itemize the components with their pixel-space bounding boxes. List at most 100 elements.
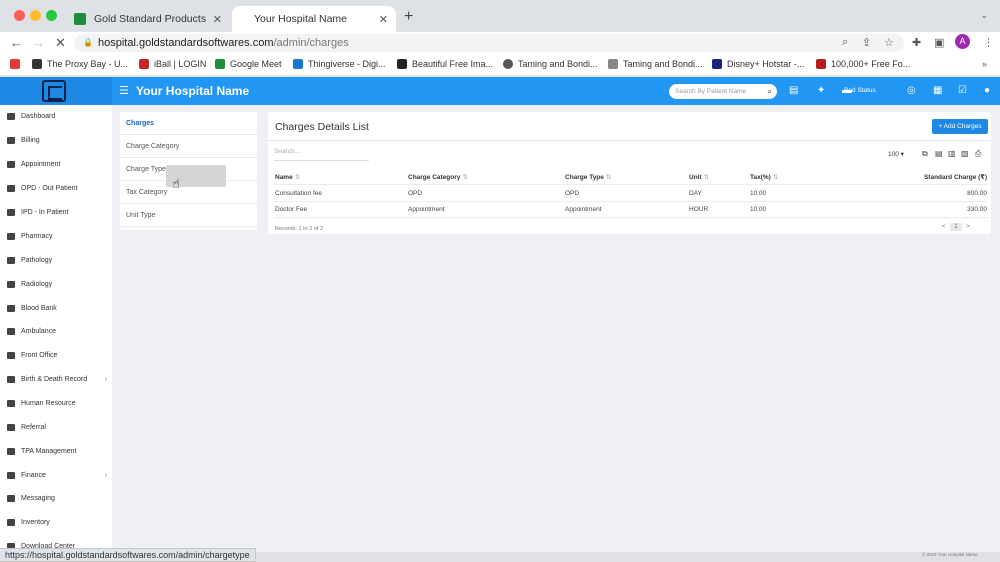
patient-search-input[interactable]: Search By Patient Name ⌕ [669, 84, 777, 99]
logo-area[interactable] [0, 77, 112, 105]
browser-tab-gold-standard[interactable]: Gold Standard Products - Goo ✕ [66, 6, 230, 32]
table-cell: OPD [565, 190, 580, 197]
bookmark-item[interactable]: Thingiverse - Digi... [293, 59, 386, 69]
records-count: Records: 1 to 2 of 2 [275, 226, 323, 232]
sidebar-item-dashboard[interactable]: Dashboard [7, 113, 107, 120]
column-header-charge-type[interactable]: Charge Type ⇅ [565, 173, 611, 181]
dashboard-icon [7, 113, 15, 120]
bookmark-item[interactable]: The Proxy Bay - U... [32, 59, 128, 69]
bookmark-item[interactable]: Beautiful Free Ima... [397, 59, 493, 69]
column-header-charge-category[interactable]: Charge Category ⇅ [408, 173, 468, 181]
search-icon[interactable]: ⌕ [768, 84, 772, 99]
bookmark-item[interactable]: Google Meet [215, 59, 282, 69]
new-tab-icon[interactable]: + [404, 8, 413, 26]
pagination-prev[interactable]: < [942, 224, 946, 230]
sidebar-item-ambulance[interactable]: Ambulance [7, 328, 107, 335]
maximize-window-button[interactable] [46, 10, 57, 21]
patient-search-placeholder: Search By Patient Name [675, 88, 747, 95]
table-cell: 330.00 [967, 206, 987, 213]
pagination-current[interactable]: 1 [950, 223, 962, 231]
whatsapp-icon[interactable]: ◎ [907, 85, 916, 96]
bookmark-item[interactable]: Disney+ Hotstar -... [712, 59, 804, 69]
subnav-charge-category[interactable]: Charge Category [120, 135, 257, 158]
left-sidebar: Dashboard Billing Appointment OPD - Out … [0, 105, 112, 562]
sidebar-item-pathology[interactable]: Pathology [7, 257, 107, 264]
sidebar-item-birth-death[interactable]: Birth & Death Record › [7, 376, 107, 383]
profile-avatar[interactable]: A [955, 34, 970, 49]
inventory-icon [7, 519, 15, 526]
charges-sub-nav: Charges Charge Category Charge Type Tax … [120, 112, 257, 230]
minimize-window-button[interactable] [30, 10, 41, 21]
close-window-button[interactable] [14, 10, 25, 21]
task-check-icon[interactable]: ☑ [958, 85, 967, 96]
sidebar-item-billing[interactable]: Billing [7, 137, 107, 144]
stop-loading-icon[interactable]: ✕ [55, 35, 66, 51]
bed-status-link[interactable]: Bed Status [844, 87, 876, 94]
bookmark-item[interactable]: 100,000+ Free Fo... [816, 59, 910, 69]
sidebar-item-messaging[interactable]: Messaging [7, 495, 107, 502]
sidebar-item-blood-bank[interactable]: Blood Bank [7, 305, 107, 312]
sidebar-item-finance[interactable]: Finance › [7, 472, 107, 479]
close-tab-icon[interactable]: ✕ [213, 13, 222, 26]
url-host: hospital.goldstandardsoftwares.com [98, 37, 274, 49]
notification-icon[interactable]: ✦ [817, 85, 825, 96]
share-icon[interactable]: ⇪ [862, 36, 871, 49]
zoom-icon[interactable]: ⌕ [842, 36, 848, 49]
back-icon[interactable]: ← [10, 35, 23, 50]
pagination-next[interactable]: > [966, 224, 970, 230]
forward-icon[interactable]: → [32, 35, 45, 50]
copy-icon[interactable]: ⧉ [922, 149, 928, 159]
subnav-charges[interactable]: Charges [120, 112, 257, 135]
sidebar-item-pharmacy[interactable]: Pharmacy [7, 233, 107, 240]
column-header-standard-charge[interactable]: Standard Charge (₹) [924, 173, 987, 181]
bookmark-item[interactable]: Taming and Bondi... [503, 59, 598, 69]
sidebar-item-ipd[interactable]: IPD - In Patient [7, 209, 107, 216]
column-header-name[interactable]: Name ⇅ [275, 173, 300, 181]
row-divider [274, 217, 988, 218]
side-panel-icon[interactable]: ▣ [934, 36, 944, 49]
bookmark-star-icon[interactable]: ☆ [884, 36, 894, 49]
table-cell: 800.00 [967, 190, 987, 197]
column-header-tax[interactable]: Tax(%) ⇅ [750, 173, 778, 181]
extensions-icon[interactable]: ✚ [912, 36, 921, 49]
bookmark-item[interactable]: Taming and Bondi... [608, 59, 703, 69]
menu-toggle-icon[interactable]: ☰ [119, 84, 129, 97]
table-search-input[interactable]: Search... [274, 148, 369, 161]
close-tab-icon[interactable]: ✕ [379, 13, 388, 26]
url-path: /admin/charges [273, 37, 349, 49]
user-profile-icon[interactable]: ● [984, 85, 990, 96]
bookmarks-overflow-icon[interactable]: » [982, 59, 987, 69]
bookmark-youtube[interactable] [10, 59, 25, 69]
browser-tab-hospital[interactable]: Your Hospital Name ✕ [232, 6, 396, 32]
column-header-unit[interactable]: Unit ⇅ [689, 173, 709, 181]
table-cell: 10.00 [750, 206, 767, 213]
page-size-select[interactable]: 100 ▾ [888, 150, 904, 158]
sidebar-item-referral[interactable]: Referral [7, 424, 107, 431]
sidebar-item-inventory[interactable]: Inventory [7, 519, 107, 526]
app-header: ☰ Your Hospital Name Search By Patient N… [0, 77, 1000, 105]
add-charges-button[interactable]: + Add Charges [932, 119, 988, 134]
csv-icon[interactable]: ▥ [948, 149, 956, 158]
calendar-icon[interactable]: ▦ [933, 85, 942, 96]
sidebar-item-front-office[interactable]: Front Office [7, 352, 107, 359]
bookmark-item[interactable]: iBall | LOGIN [139, 59, 206, 69]
tab-title: Gold Standard Products - Goo [94, 13, 209, 25]
pdf-icon[interactable]: ▧ [961, 149, 969, 158]
print-icon[interactable]: ⎙ [975, 149, 981, 159]
subnav-unit-type[interactable]: Unit Type [120, 204, 257, 227]
sidebar-item-human-resource[interactable]: Human Resource [7, 400, 107, 407]
bookmark-favicon-icon [503, 59, 513, 69]
sidebar-item-tpa[interactable]: TPA Management [7, 448, 107, 455]
sidebar-item-radiology[interactable]: Radiology [7, 281, 107, 288]
pagination: < 1 > [942, 223, 970, 231]
tab-search-icon[interactable]: ⌄ [980, 10, 988, 21]
table-cell: OPD [408, 190, 423, 197]
language-flag-icon[interactable]: ▤ [789, 85, 798, 96]
sidebar-item-opd[interactable]: OPD - Out Patient [7, 185, 107, 192]
sidebar-item-appointment[interactable]: Appointment [7, 161, 107, 168]
browser-menu-icon[interactable]: ⋮ [983, 36, 994, 49]
excel-icon[interactable]: ▤ [935, 149, 943, 158]
ipd-icon [7, 209, 15, 216]
front-office-icon [7, 352, 15, 359]
address-bar[interactable]: 🔒 hospital.goldstandardsoftwares.com/adm… [74, 34, 904, 52]
